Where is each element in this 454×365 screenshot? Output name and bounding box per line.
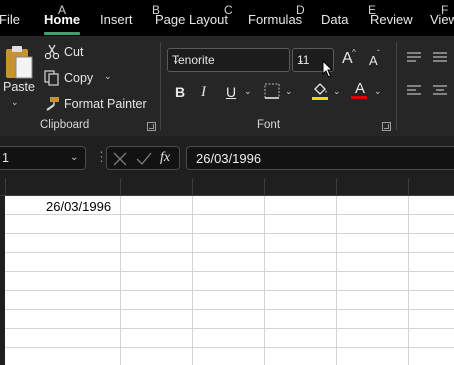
column-separator bbox=[408, 178, 409, 196]
grid-line bbox=[5, 214, 454, 215]
decrease-arrow-icon: ˇ bbox=[377, 49, 380, 58]
column-header-e[interactable]: E bbox=[368, 3, 376, 17]
increase-arrow-icon: ^ bbox=[352, 48, 356, 57]
column-separator bbox=[264, 178, 265, 196]
chevron-down-icon[interactable]: ⌄ bbox=[70, 152, 78, 163]
font-color-button[interactable]: A bbox=[355, 80, 365, 97]
tab-page-layout[interactable]: Page Layout bbox=[155, 12, 228, 27]
borders-dropdown-icon[interactable]: ⌄ bbox=[285, 86, 293, 97]
column-header-d[interactable]: D bbox=[296, 3, 305, 17]
cell-a1[interactable]: 26/03/1996 bbox=[46, 199, 111, 214]
tab-data[interactable]: Data bbox=[321, 12, 348, 27]
tab-review[interactable]: Review bbox=[370, 12, 413, 27]
copy-icon[interactable] bbox=[44, 70, 60, 86]
grid-line bbox=[5, 328, 454, 329]
font-color-swatch bbox=[351, 96, 367, 99]
formula-input-value: 26/03/1996 bbox=[196, 151, 262, 166]
insert-function-button[interactable]: fx bbox=[160, 150, 170, 166]
column-header-row bbox=[0, 178, 454, 196]
grid-line bbox=[5, 233, 454, 234]
grid-line bbox=[5, 290, 454, 291]
paste-button[interactable]: Paste bbox=[3, 80, 35, 94]
mouse-pointer-icon bbox=[322, 59, 334, 78]
cut-button[interactable]: Cut bbox=[64, 45, 83, 59]
top-align-icon[interactable] bbox=[407, 52, 421, 64]
worksheet-grid[interactable] bbox=[5, 196, 454, 365]
underline-button[interactable]: U bbox=[226, 84, 236, 100]
grid-line bbox=[192, 196, 193, 365]
group-divider bbox=[396, 42, 397, 130]
column-separator bbox=[120, 178, 121, 196]
clipboard-dialog-launcher-icon[interactable] bbox=[147, 122, 156, 131]
bold-button[interactable]: B bbox=[175, 84, 185, 100]
grid-line bbox=[408, 196, 409, 365]
tab-file[interactable]: File bbox=[0, 12, 20, 27]
name-box-value: 1 bbox=[2, 151, 9, 165]
cut-icon[interactable] bbox=[44, 44, 60, 60]
tab-formulas[interactable]: Formulas bbox=[248, 12, 302, 27]
font-group-label: Font bbox=[257, 119, 281, 131]
grid-line bbox=[5, 271, 454, 272]
grid-line bbox=[5, 347, 454, 348]
grid-line bbox=[264, 196, 265, 365]
column-separator bbox=[5, 178, 6, 196]
align-left-icon[interactable] bbox=[407, 85, 421, 97]
grid-line bbox=[5, 309, 454, 310]
formula-input[interactable]: 26/03/1996 bbox=[186, 146, 454, 170]
tab-insert[interactable]: Insert bbox=[100, 12, 133, 27]
grid-line bbox=[336, 196, 337, 365]
column-header-a[interactable]: A bbox=[58, 3, 66, 17]
column-header-f[interactable]: F bbox=[441, 3, 448, 17]
font-color-dropdown-icon[interactable]: ⌄ bbox=[374, 86, 382, 97]
group-divider bbox=[160, 42, 161, 130]
column-separator bbox=[336, 178, 337, 196]
font-name-combo[interactable]: Tenorite ⌄ bbox=[167, 48, 290, 72]
cancel-icon[interactable] bbox=[113, 152, 127, 166]
grid-line bbox=[5, 252, 454, 253]
clipboard-group-label: Clipboard bbox=[40, 119, 90, 131]
column-header-b[interactable]: B bbox=[152, 3, 160, 17]
formula-buttons: fx bbox=[106, 146, 180, 170]
italic-button[interactable]: I bbox=[201, 84, 206, 101]
paste-dropdown-icon[interactable]: ⌄ bbox=[11, 97, 19, 108]
middle-align-icon[interactable] bbox=[433, 52, 447, 64]
underline-dropdown-icon[interactable]: ⌄ bbox=[244, 86, 252, 97]
fill-color-icon[interactable] bbox=[311, 81, 329, 101]
format-painter-icon[interactable] bbox=[44, 96, 60, 112]
active-tab-indicator bbox=[44, 32, 80, 35]
copy-dropdown-icon[interactable]: ⌄ bbox=[104, 71, 112, 82]
enter-check-icon[interactable] bbox=[136, 152, 152, 166]
align-center-icon[interactable] bbox=[433, 85, 447, 97]
name-box[interactable]: 1 ⌄ bbox=[0, 146, 86, 170]
paste-icon[interactable] bbox=[4, 44, 34, 80]
borders-icon[interactable] bbox=[264, 83, 280, 99]
column-separator bbox=[192, 178, 193, 196]
chevron-down-icon[interactable]: ⌄ bbox=[172, 55, 285, 66]
font-dialog-launcher-icon[interactable] bbox=[382, 122, 391, 131]
copy-button[interactable]: Copy bbox=[64, 71, 93, 85]
column-header-c[interactable]: C bbox=[224, 3, 233, 17]
grid-line bbox=[120, 196, 121, 365]
format-painter-button[interactable]: Format Painter bbox=[64, 97, 147, 111]
fill-color-dropdown-icon[interactable]: ⌄ bbox=[333, 86, 341, 97]
